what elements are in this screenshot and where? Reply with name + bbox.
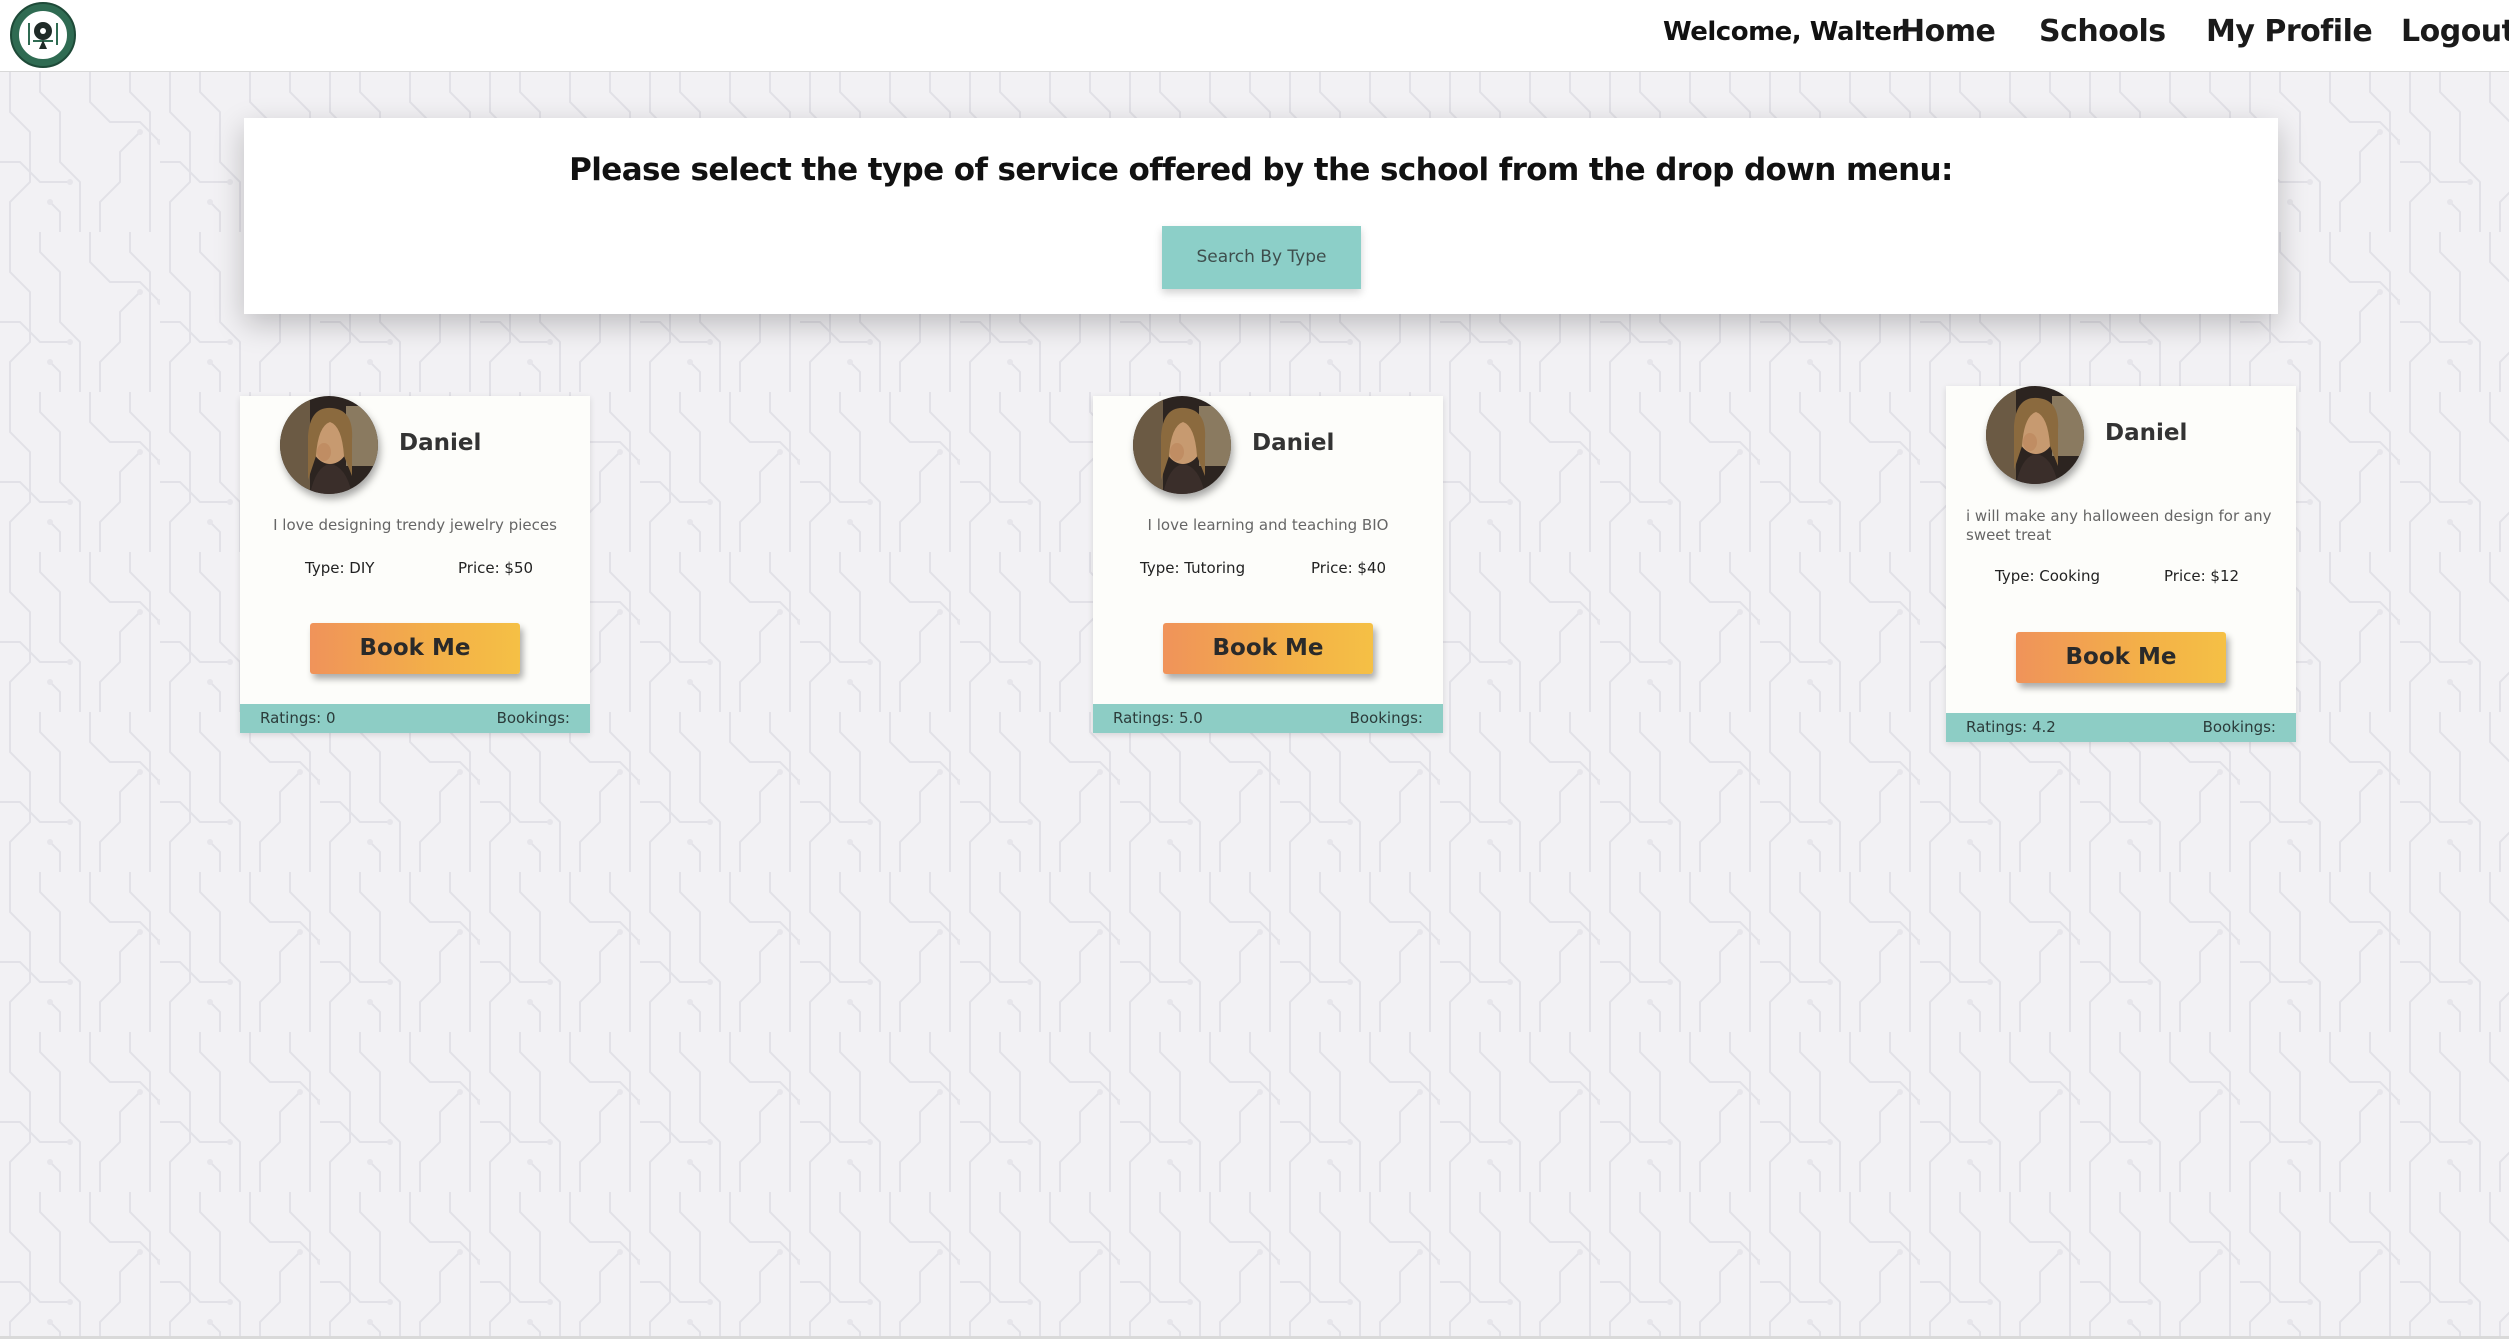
service-description: I love learning and teaching BIO (1147, 516, 1389, 534)
service-card: Daniel i will make any halloween design … (1946, 386, 2296, 742)
bookings-count: Bookings: (496, 709, 570, 727)
service-type: Type: Cooking (1995, 567, 2100, 585)
provider-name: Daniel (1252, 430, 1335, 456)
search-by-type-button[interactable]: Search By Type (1162, 226, 1361, 289)
service-type-search-panel: Please select the type of service offere… (244, 118, 2278, 314)
service-description: i will make any halloween design for any… (1966, 507, 2272, 544)
ratings-count: Ratings: 5.0 (1113, 709, 1203, 727)
service-type: Type: Tutoring (1140, 559, 1246, 577)
nav-home-link[interactable]: Home (1900, 14, 1996, 49)
avatar (280, 396, 378, 494)
service-card: Daniel I love designing trendy jewelry p… (240, 396, 590, 733)
service-type: Type: DIY (305, 559, 375, 577)
service-price: Price: $40 (1311, 559, 1387, 577)
nav-schools-link[interactable]: Schools (2039, 14, 2166, 49)
provider-name: Daniel (399, 430, 482, 456)
book-me-button[interactable]: Book Me (1163, 623, 1373, 674)
top-navbar: Welcome, Walter Home Schools My Profile … (0, 0, 2509, 72)
service-card: Daniel I love learning and teaching BIO … (1093, 396, 1443, 733)
nav-logout-link[interactable]: Logout (2401, 14, 2509, 49)
ratings-count: Ratings: 4.2 (1966, 718, 2056, 736)
search-instructions-heading: Please select the type of service offere… (569, 152, 1953, 188)
avatar (1986, 386, 2084, 484)
provider-name: Daniel (2105, 420, 2188, 446)
service-price: Price: $12 (2164, 567, 2240, 585)
welcome-message: Welcome, Walter (1663, 17, 1904, 47)
ratings-count: Ratings: 0 (260, 709, 336, 727)
book-me-button[interactable]: Book Me (310, 623, 520, 674)
nav-my-profile-link[interactable]: My Profile (2206, 14, 2373, 49)
school-logo-icon[interactable] (7, 1, 79, 69)
card-footer: Ratings: 0 Bookings: (240, 704, 590, 733)
book-me-button[interactable]: Book Me (2016, 632, 2226, 683)
bookings-count: Bookings: (1349, 709, 1423, 727)
service-description: I love designing trendy jewelry pieces (273, 516, 557, 534)
service-price: Price: $50 (458, 559, 534, 577)
card-footer: Ratings: 5.0 Bookings: (1093, 704, 1443, 733)
avatar (1133, 396, 1231, 494)
card-footer: Ratings: 4.2 Bookings: (1946, 713, 2296, 742)
bookings-count: Bookings: (2202, 718, 2276, 736)
